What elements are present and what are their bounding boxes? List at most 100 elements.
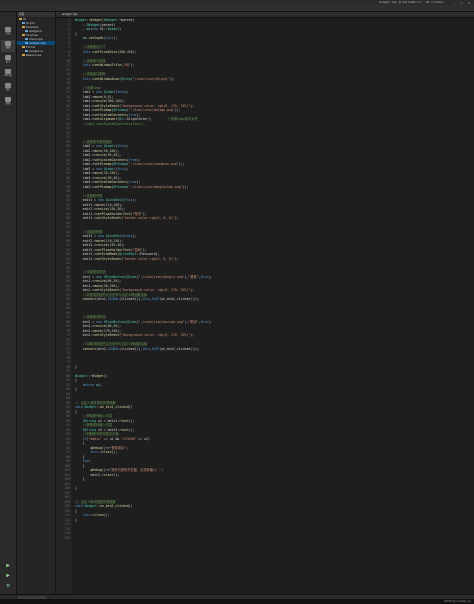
line-number: 41 (66, 198, 70, 202)
code-token: ); (208, 274, 212, 279)
code-token: (); (103, 513, 110, 517)
code-editor[interactable]: widget.cpp 1 2 3 4 5 6 7 8 9 10 11 12 13 14 15 16 17 18 19… (56, 12, 474, 594)
line-number: 67 (66, 315, 70, 319)
run-icon[interactable]: ▶ (4, 562, 12, 569)
code-token: edit1-> (75, 216, 97, 220)
code-token: )); (178, 162, 185, 166)
line-number: 74 (66, 346, 70, 351)
code-line: else (75, 459, 91, 463)
code-token: qDebug (90, 445, 102, 450)
line-number: 84 (66, 391, 70, 396)
tree-item[interactable]: Resources (17, 53, 55, 57)
code-line: edit1 = new QLineEdit(this); (75, 198, 137, 202)
line-number: 30 (66, 148, 70, 153)
code-token: edit2-> (75, 243, 97, 247)
code-line: edit1->setPlaceholderText("账号"); (75, 212, 147, 216)
code-token: setStyleSheet (94, 288, 120, 292)
code-token: } (75, 387, 77, 391)
code-token: this (124, 198, 133, 202)
code-token: () (128, 504, 133, 508)
line-number: 50 (66, 238, 70, 243)
line-number: 112 (64, 517, 70, 522)
code-token: lab2-> (75, 157, 95, 162)
line-number: 27 (66, 135, 70, 139)
mode-design[interactable]: 设计 (1, 54, 15, 66)
mode-debug[interactable]: Debug (1, 68, 15, 80)
build-icon[interactable]: ⚒ (4, 582, 12, 589)
code-token: ); (132, 198, 137, 202)
code-token: { (75, 508, 77, 513)
code-line: connect(btn2,SIGNAL(clicked()),this,SLOT… (75, 347, 200, 351)
code-line: edit2->setEchoMode(QLineEdit::Password); (75, 252, 160, 256)
code-token: //获取账号输入内容 (75, 414, 113, 418)
code-token: setPlaceholderText (96, 211, 131, 216)
code-token: ; (161, 468, 164, 472)
code-line: //获取密码输入内容 (75, 423, 112, 427)
line-number: 62 (66, 292, 70, 297)
code-token: //设置logo (75, 85, 101, 90)
code-token: lab1 = (75, 90, 97, 94)
line-number: 99 (66, 459, 70, 463)
code-token: (on_btn1_clicked())); (159, 297, 200, 301)
line-number: 82 (66, 382, 70, 387)
code-token: setFixedSize (94, 49, 118, 54)
code-token: QLabel (103, 166, 116, 171)
code-token: resize (94, 153, 106, 157)
code-token: == u2) (136, 436, 150, 441)
code-line: lab1->resize(300,160); (75, 99, 125, 103)
line-number: 17 (66, 90, 70, 94)
mode-welcome[interactable]: 欢迎 (1, 26, 15, 38)
code-token: { (75, 378, 77, 382)
mode-edit[interactable]: 编辑 (1, 40, 15, 52)
code-token: lab3-> (75, 180, 95, 184)
code-token: edit2-> (75, 238, 97, 243)
code-token: ); (190, 288, 195, 292)
code-line: //设置账号框 (75, 194, 103, 198)
code-token: "账号与密码不匹配，请重新输入！" (109, 468, 162, 472)
code-token: (on_btn2_clicked())); (159, 346, 200, 351)
menu-bar: 文件(F)编辑(E)构建(B)调试(D)Analyze工具(T)控件(W)帮助(… (0, 5, 474, 21)
mode-help[interactable]: 帮助 (1, 96, 15, 108)
code-token: ::Password); (136, 252, 160, 256)
watermark: CSDN @cocktail_py (443, 599, 471, 603)
code-token: edit1-> (75, 207, 97, 211)
line-number: 98 (66, 454, 70, 459)
line-number: 14 (66, 76, 70, 81)
code-token: SIGNAL (107, 297, 120, 301)
folder-icon (22, 33, 25, 37)
mode-project[interactable]: 项目 (1, 82, 15, 94)
code-area[interactable]: Widget::Widget(QWidget *parent) : QWidge… (75, 18, 474, 594)
code-token: SIGNAL (107, 346, 120, 351)
line-number: 33 (66, 162, 70, 166)
line-number: 38 (66, 184, 70, 189)
line-number: 86 (66, 400, 70, 405)
code-token: edit2-> (75, 256, 97, 261)
line-number: 102 (64, 472, 70, 477)
mode-label: 项目 (5, 88, 11, 91)
line-number: 24 (66, 121, 70, 126)
code-line: edit2->resize(150,30); (75, 243, 125, 247)
code-line: qDebug()<<"登录成功"; (75, 446, 128, 450)
code-token: //设置账号密码图标 (75, 139, 113, 144)
code-line: btn1 = new QPushButton(QIcon(":/icon/ico… (75, 275, 212, 279)
line-number: 75 (66, 351, 70, 355)
code-token: setWindowIcon (94, 76, 120, 81)
code-token: ); (121, 207, 125, 211)
line-number: 15 (66, 81, 70, 85)
line-number: 101 (64, 468, 70, 472)
line-number: 110 (64, 508, 70, 513)
line-number: 87 (66, 405, 70, 409)
code-token: { (75, 441, 85, 445)
code-token: Widget (107, 27, 120, 31)
line-number: 32 (66, 157, 70, 162)
line-number: 71 (66, 333, 70, 337)
code-token: setPixmap (94, 184, 112, 189)
code-token: () (103, 373, 108, 378)
code-token: ); (174, 256, 179, 261)
code-token: resize (96, 243, 108, 247)
code-line: lab2->move(50,200); (75, 149, 120, 153)
debug-run-icon[interactable]: ▶ (4, 572, 12, 579)
code-token: btn2-> (75, 324, 95, 328)
code-token: //设置取消按钮 (75, 315, 106, 319)
